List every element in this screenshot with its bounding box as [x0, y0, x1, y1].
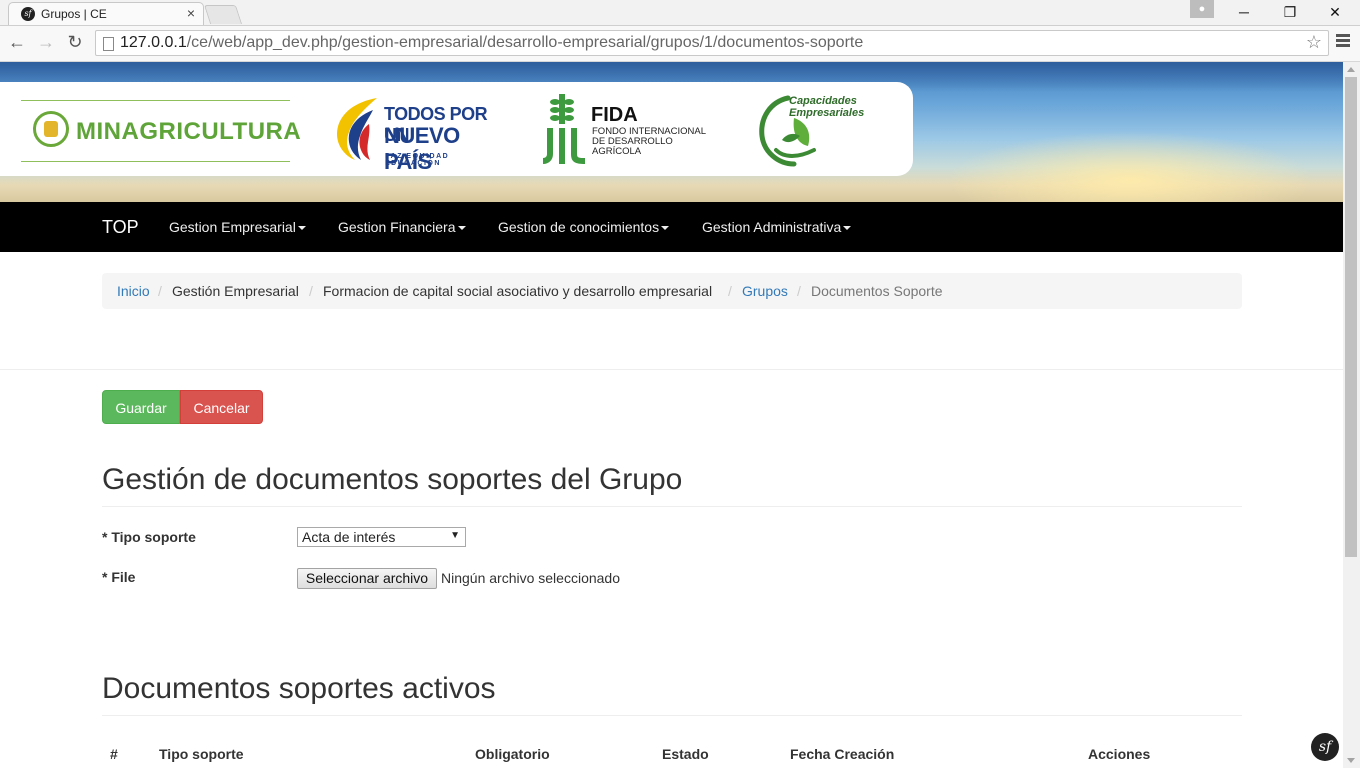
tipo-soporte-value: Acta de interés	[302, 529, 396, 545]
url-text: 127.0.0.1/ce/web/app_dev.php/gestion-emp…	[120, 34, 863, 52]
nav-label: Gestion Financiera	[338, 219, 456, 235]
breadcrumb-documentos-soporte: Documentos Soporte	[811, 283, 943, 299]
breadcrumb-formacion: Formacion de capital social asociativo y…	[323, 283, 713, 299]
cap-text: Capacidades Empresariales	[789, 95, 864, 119]
column-header-obligatorio[interactable]: Obligatorio	[475, 746, 550, 762]
reload-icon[interactable]: ↻	[64, 32, 86, 53]
fida-logo: FIDA Fondo Internacional de Desarrollo A…	[541, 92, 721, 168]
colombia-seal-icon	[33, 111, 69, 147]
fida-wheat-icon	[543, 94, 585, 164]
nav-gestion-financiera[interactable]: Gestion Financiera	[338, 219, 466, 235]
scroll-down-arrow-icon[interactable]	[1347, 758, 1355, 763]
column-header-estado[interactable]: Estado	[662, 746, 709, 762]
nav-label: Gestion Administrativa	[702, 219, 842, 235]
nav-gestion-empresarial[interactable]: Gestion Empresarial	[169, 219, 306, 235]
breadcrumb-grupos[interactable]: Grupos	[742, 283, 788, 299]
fida-title: FIDA	[591, 104, 638, 126]
todos-por-un-nuevo-pais-logo: TODOS POR UN NUEVO PAÍS PAZ EQUIDAD EDUC…	[333, 92, 503, 174]
save-button[interactable]: Guardar	[102, 390, 180, 424]
caret-down-icon	[843, 226, 852, 231]
fida-subtitle-line: Agrícola	[592, 146, 642, 157]
minimize-icon[interactable]: ─	[1221, 0, 1267, 24]
capacidades-empresariales-logo: Capacidades Empresariales	[758, 90, 898, 170]
todos-line2: NUEVO PAÍS	[384, 123, 460, 174]
caret-down-icon	[661, 226, 670, 231]
breadcrumb-inicio[interactable]: Inicio	[117, 283, 150, 299]
tab-close-icon[interactable]: ×	[187, 5, 195, 21]
browser-tab[interactable]: sf Grupos | CE ×	[8, 2, 204, 25]
breadcrumb-separator: /	[158, 283, 162, 299]
dropdown-arrow-icon: ▼	[450, 530, 460, 541]
address-bar[interactable]: 127.0.0.1/ce/web/app_dev.php/gestion-emp…	[95, 30, 1329, 56]
profile-icon[interactable]: ●	[1190, 0, 1214, 18]
symfony-favicon-icon: sf	[21, 7, 35, 21]
new-tab-button[interactable]	[203, 5, 243, 24]
window-close-icon[interactable]: ✕	[1312, 0, 1358, 24]
browser-menu-icon[interactable]	[1336, 34, 1350, 49]
todos-line3: PAZ EQUIDAD EDUCACIÓN	[385, 153, 450, 167]
cap-line: Capacidades	[789, 95, 857, 107]
logo-panel: MINAGRICULTURA TODOS POR UN NUEVO PAÍS P…	[0, 82, 913, 176]
tipo-soporte-select[interactable]: Acta de interés ▼	[297, 527, 466, 547]
minagricultura-text: MINAGRICULTURA	[76, 118, 302, 145]
forward-icon[interactable]: →	[35, 32, 57, 53]
nav-gestion-administrativa[interactable]: Gestion Administrativa	[702, 219, 852, 235]
breadcrumb: Inicio / Gestión Empresarial / Formacion…	[102, 273, 1242, 309]
url-path: /ce/web/app_dev.php/gestion-empresarial/…	[186, 34, 864, 51]
cap-line: Empresariales	[789, 107, 865, 119]
file-select-button[interactable]: Seleccionar archivo	[297, 568, 437, 589]
fida-subtitle: Fondo Internacional de Desarrollo Agríco…	[592, 127, 706, 157]
nav-gestion-conocimientos[interactable]: Gestion de conocimientos	[498, 219, 670, 235]
scroll-up-arrow-icon[interactable]	[1347, 67, 1355, 72]
table-title: Documentos soportes activos	[102, 672, 496, 705]
nav-label: Gestion Empresarial	[169, 219, 296, 235]
browser-toolbar: ← → ↻ 127.0.0.1/ce/web/app_dev.php/gesti…	[0, 26, 1360, 62]
title-divider	[102, 506, 1242, 507]
restore-icon[interactable]: ❐	[1267, 0, 1313, 24]
nav-label: Gestion de conocimientos	[498, 219, 660, 235]
symfony-debug-toolbar-icon[interactable]: sf	[1311, 733, 1339, 761]
header-banner: MINAGRICULTURA TODOS POR UN NUEVO PAÍS P…	[0, 62, 1343, 202]
breadcrumb-gestion-empresarial: Gestión Empresarial	[172, 283, 299, 299]
file-label: * File	[102, 569, 136, 585]
back-icon[interactable]: ←	[6, 32, 28, 53]
table-title-divider	[102, 715, 1242, 716]
tipo-soporte-label: * Tipo soporte	[102, 529, 196, 545]
column-header-fecha-creacion[interactable]: Fecha Creación	[790, 746, 894, 762]
breadcrumb-separator: /	[309, 283, 313, 299]
column-header-acciones: Acciones	[1088, 746, 1151, 762]
caret-down-icon	[457, 226, 466, 231]
divider	[0, 369, 1343, 370]
column-header-tipo-soporte[interactable]: Tipo soporte	[159, 746, 244, 762]
form-title: Gestión de documentos soportes del Grupo	[102, 463, 683, 496]
cancel-button[interactable]: Cancelar	[180, 390, 263, 424]
vertical-scrollbar[interactable]	[1343, 62, 1360, 768]
todos-flag-swoosh-icon	[337, 98, 377, 160]
navbar-brand[interactable]: TOP	[102, 217, 139, 238]
caret-down-icon	[297, 226, 306, 231]
file-status-text: Ningún archivo seleccionado	[441, 570, 620, 586]
page-content: MINAGRICULTURA TODOS POR UN NUEVO PAÍS P…	[0, 62, 1343, 768]
tab-title: Grupos | CE	[41, 7, 107, 21]
scroll-thumb[interactable]	[1345, 77, 1357, 557]
bookmark-star-icon[interactable]: ☆	[1306, 32, 1322, 53]
column-header-number: #	[110, 746, 118, 762]
breadcrumb-separator: /	[728, 283, 732, 299]
browser-tab-strip: sf Grupos | CE × ● ─ ❐ ✕	[0, 0, 1360, 26]
page-icon	[103, 37, 114, 51]
main-navbar: TOP Gestion Empresarial Gestion Financie…	[0, 202, 1343, 252]
url-host: 127.0.0.1	[120, 34, 187, 51]
minagricultura-logo: MINAGRICULTURA	[21, 100, 301, 162]
breadcrumb-separator: /	[797, 283, 801, 299]
